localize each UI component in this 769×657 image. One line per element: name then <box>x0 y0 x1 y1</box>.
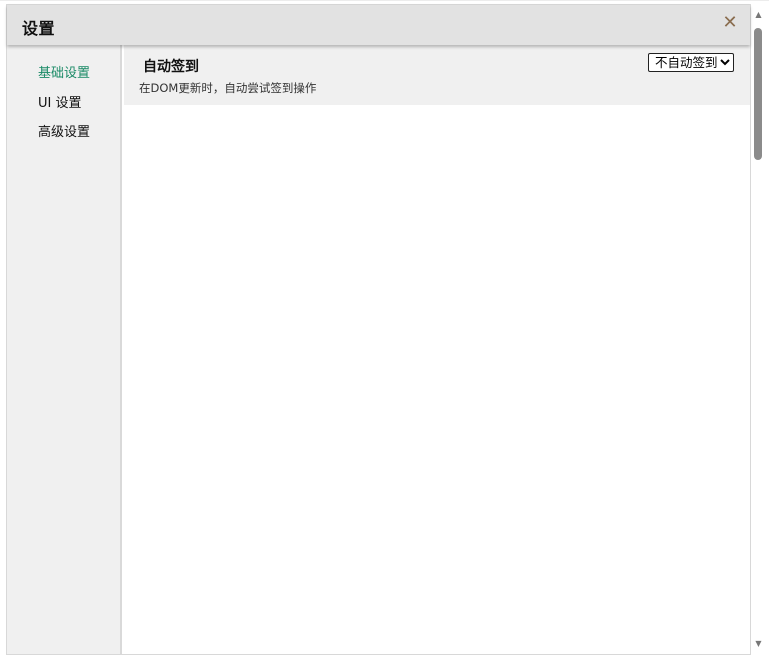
scrollbar-thumb[interactable] <box>754 28 762 160</box>
close-button[interactable]: ✕ <box>720 11 740 35</box>
settings-dialog: 设置 ✕ 基础设置 UI 设置 高级设置 自动签到 在DOM更新时，自动尝试签到… <box>6 4 751 655</box>
sidebar-item-advanced[interactable]: 高级设置 <box>38 121 90 140</box>
chevron-down-icon[interactable]: ▼ <box>753 639 764 649</box>
dialog-title: 设置 <box>22 19 56 38</box>
chevron-up-icon[interactable]: ▲ <box>753 10 764 20</box>
settings-sidebar: 基础设置 UI 设置 高级设置 <box>7 45 122 654</box>
sidebar-item-ui[interactable]: UI 设置 <box>38 92 81 111</box>
dialog-header: 设置 ✕ <box>7 5 750 45</box>
sidebar-item-basic[interactable]: 基础设置 <box>38 62 90 81</box>
top-edge-divider <box>0 0 769 1</box>
close-icon: ✕ <box>722 12 738 33</box>
setting-description: 在DOM更新时，自动尝试签到操作 <box>139 81 317 95</box>
setting-title: 自动签到 <box>143 59 199 75</box>
settings-content: 自动签到 在DOM更新时，自动尝试签到操作 不自动签到 <box>124 45 750 654</box>
setting-row-auto-signin: 自动签到 在DOM更新时，自动尝试签到操作 不自动签到 <box>124 45 750 105</box>
vertical-scrollbar[interactable]: ▲ ▼ <box>751 8 766 651</box>
auto-signin-select[interactable]: 不自动签到 <box>648 53 734 72</box>
